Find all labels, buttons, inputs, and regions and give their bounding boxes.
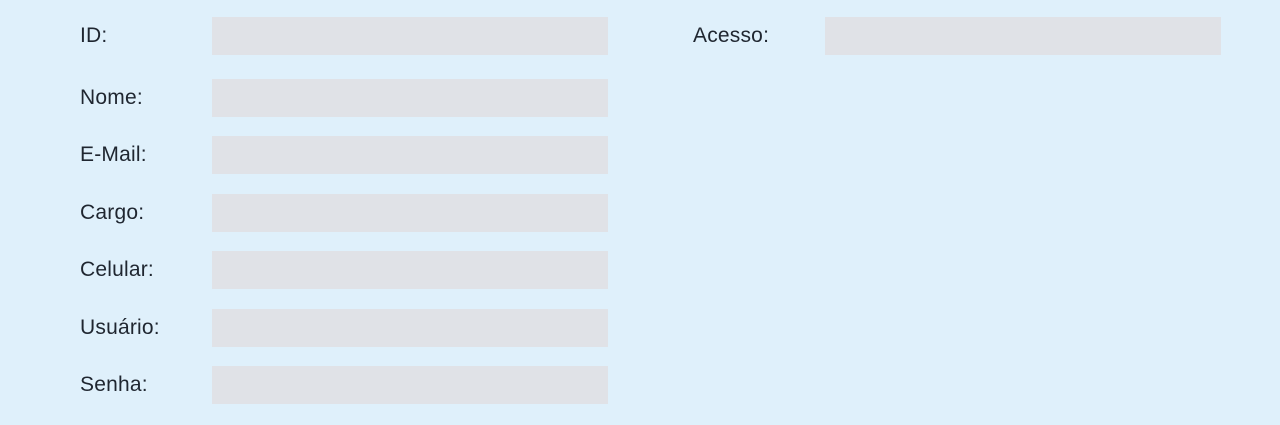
celular-label: Celular: — [80, 258, 154, 281]
user-form: ID: Nome: E-Mail: Cargo: Celular: Usuári… — [0, 0, 1280, 425]
senha-label: Senha: — [80, 373, 148, 396]
id-label: ID: — [80, 24, 108, 47]
usuario-label: Usuário: — [80, 316, 160, 339]
acesso-label: Acesso: — [693, 24, 770, 47]
senha-field[interactable] — [212, 366, 608, 404]
id-field[interactable] — [212, 17, 608, 55]
email-field[interactable] — [212, 136, 608, 174]
cargo-field[interactable] — [212, 194, 608, 232]
email-label: E-Mail: — [80, 143, 147, 166]
nome-label: Nome: — [80, 86, 143, 109]
celular-field[interactable] — [212, 251, 608, 289]
cargo-label: Cargo: — [80, 201, 145, 224]
nome-field[interactable] — [212, 79, 608, 117]
acesso-field[interactable] — [825, 17, 1221, 55]
usuario-field[interactable] — [212, 309, 608, 347]
